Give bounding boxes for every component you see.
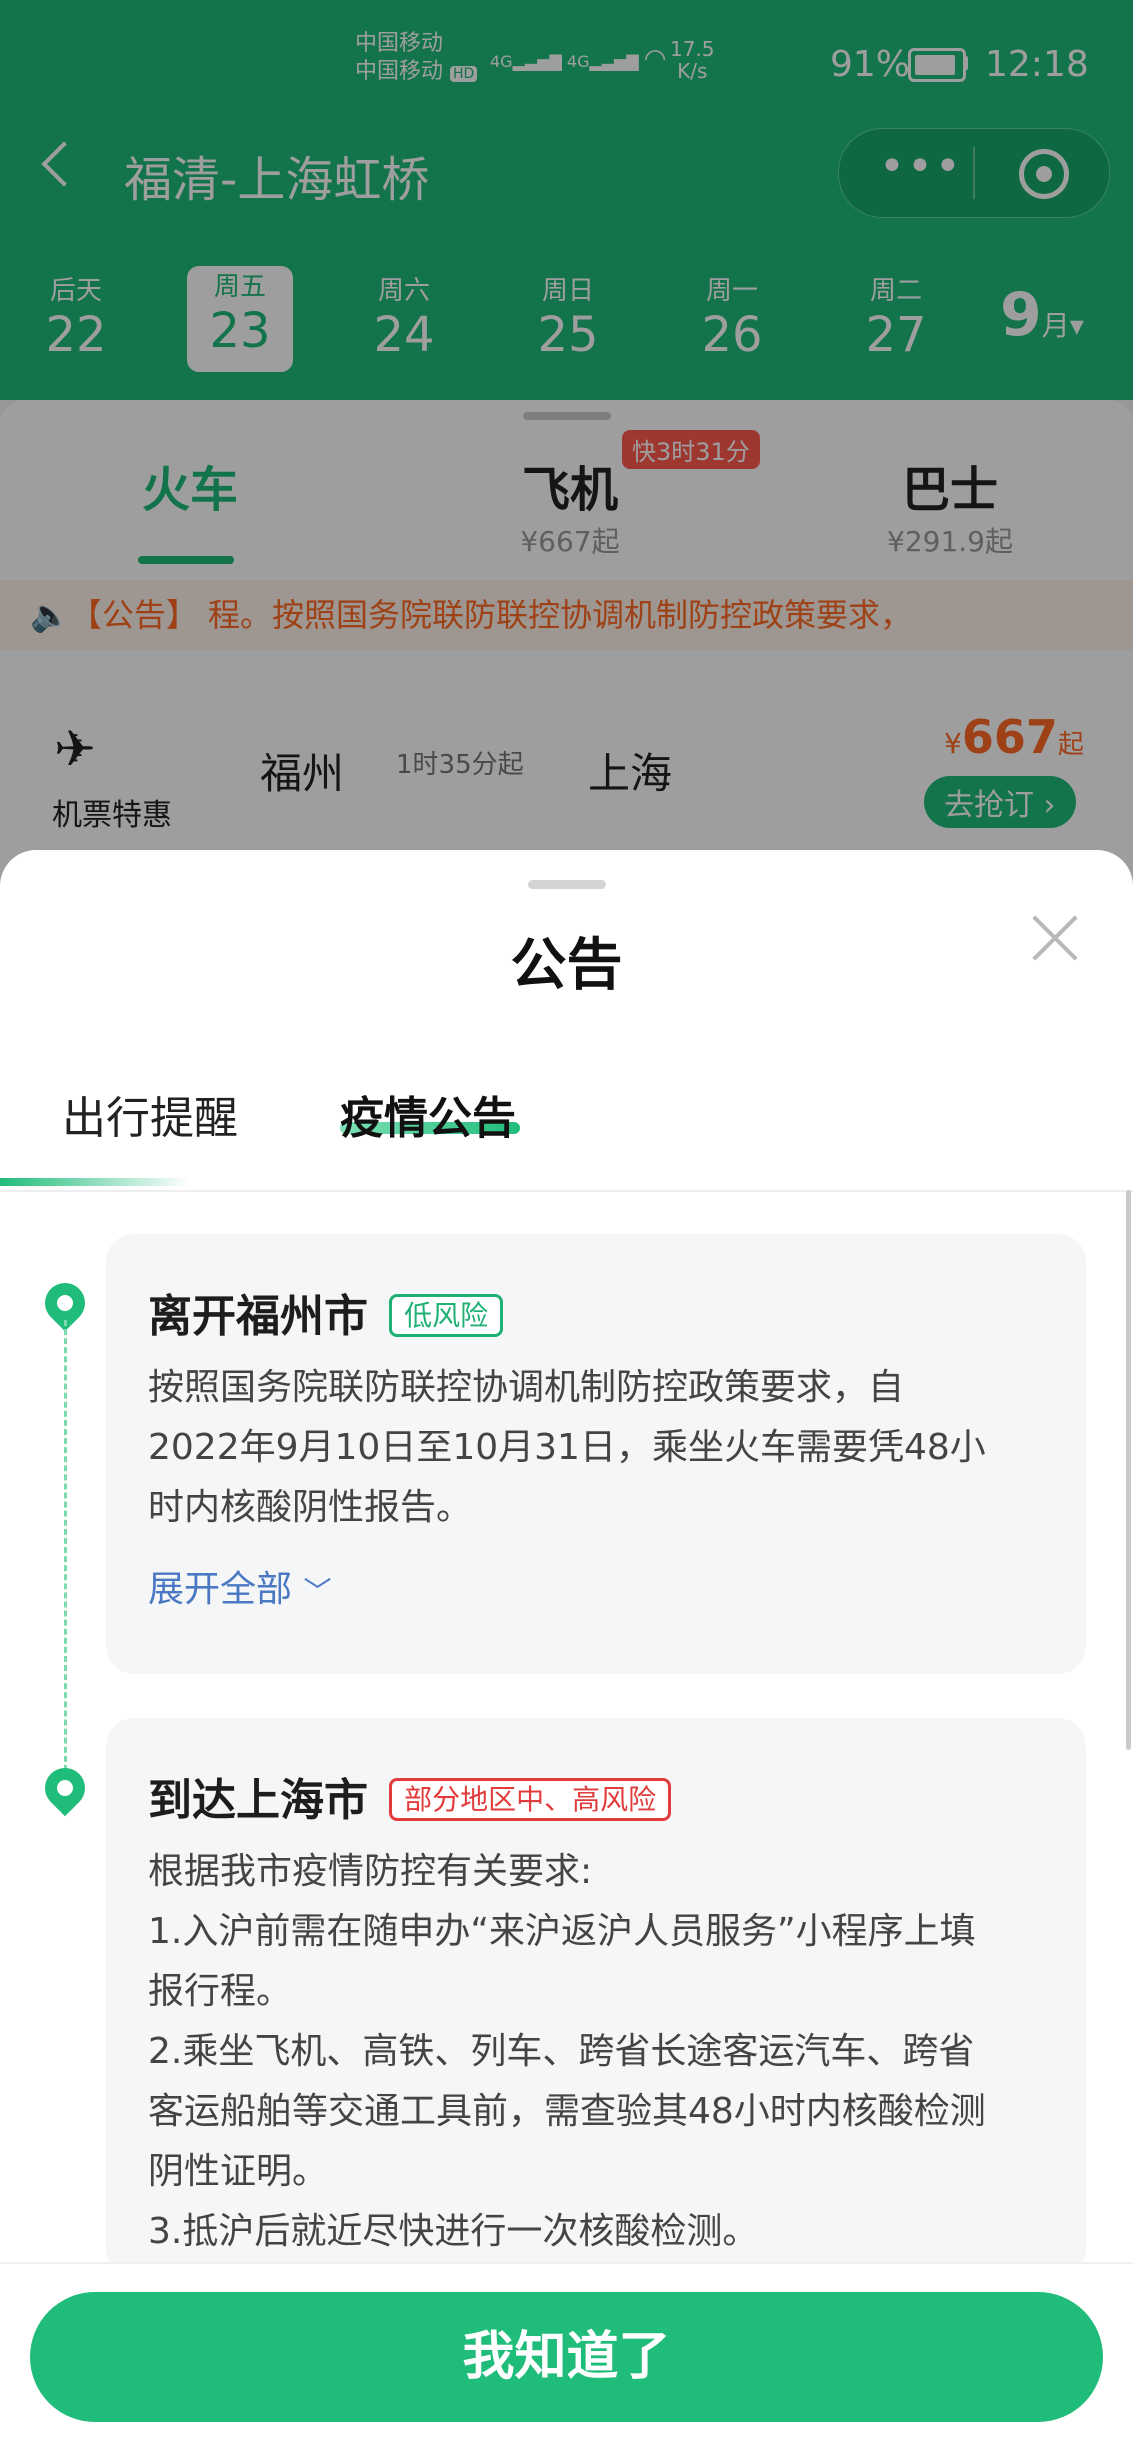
card-line: 1.入沪前需在随申办“来沪返沪人员服务”小程序上填 xyxy=(148,1911,976,1952)
acknowledge-button[interactable]: 我知道了 xyxy=(30,2292,1103,2422)
sheet-grip[interactable] xyxy=(528,880,606,889)
expand-all-link[interactable]: 展开全部 ﹀ xyxy=(148,1560,331,1612)
card-line: 2022年9月10日至10月31日，乘坐火车需要凭48小 xyxy=(148,1427,986,1468)
tab-epidemic-notice[interactable]: 疫情公告 xyxy=(340,1082,516,1146)
timeline-dash xyxy=(64,1320,67,1780)
card-line: 报行程。 xyxy=(148,1971,293,2012)
card-line: 3.抵沪后就近尽快进行一次核酸检测。 xyxy=(148,2211,759,2252)
card-title: 到达上海市 xyxy=(148,1775,368,1826)
card-body: 按照国务院联防联控协调机制防控政策要求，自 2022年9月10日至10月31日，… xyxy=(148,1358,986,1538)
card-line: 客运船舶等交通工具前，需查验其48小时内核酸检测 xyxy=(148,2091,986,2132)
card-line: 按照国务院联防联控协调机制防控政策要求，自 xyxy=(148,1367,905,1408)
close-icon[interactable] xyxy=(1025,908,1085,968)
card-line: 阴性证明。 xyxy=(148,2151,329,2192)
notice-card-depart: 离开福州市 低风险 按照国务院联防联控协调机制防控政策要求，自 2022年9月1… xyxy=(106,1234,1086,1674)
card-line: 时内核酸阴性报告。 xyxy=(148,1487,473,1528)
card-body: 根据我市疫情防控有关要求: 1.入沪前需在随申办“来沪返沪人员服务”小程序上填 … xyxy=(148,1842,986,2262)
card-title: 离开福州市 xyxy=(148,1291,368,1342)
notice-card-arrive: 到达上海市 部分地区中、高风险 根据我市疫情防控有关要求: 1.入沪前需在随申办… xyxy=(106,1718,1086,2278)
sheet-title: 公告 xyxy=(510,933,623,998)
risk-badge-high: 部分地区中、高风险 xyxy=(389,1778,672,1821)
scrollbar[interactable] xyxy=(1126,1190,1131,1750)
chevron-down-icon: ﹀ xyxy=(303,1575,332,1608)
tab-travel-reminder[interactable]: 出行提醒 xyxy=(62,1082,238,1146)
card-line: 2.乘坐飞机、高铁、列车、跨省长途客运汽车、跨省 xyxy=(148,2031,975,2072)
risk-badge-low: 低风险 xyxy=(389,1294,504,1337)
tab-bar-indicator xyxy=(0,1178,190,1186)
tab-divider xyxy=(0,1190,1133,1192)
card-line: 根据我市疫情防控有关要求: xyxy=(148,1851,593,1892)
